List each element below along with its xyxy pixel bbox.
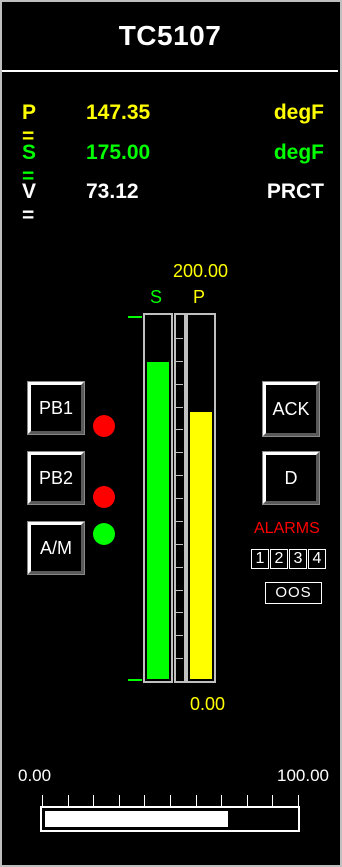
pb1-status-lamp [93,415,115,437]
scale-tick [176,566,183,568]
alarm-box-2[interactable]: 2 [270,549,288,569]
output-bar-fill [45,811,228,827]
sp-low-tick [128,679,142,681]
scale-tick [176,452,183,454]
sp-bar-fill [147,362,169,679]
bar-scale-max: 200.00 [173,261,229,281]
scale-tick [176,406,183,408]
out-value[interactable]: 73.12 [86,180,139,204]
scale-tick [176,337,183,339]
ack-button[interactable]: ACK [262,381,320,437]
scale-tick [176,520,183,522]
scale-tick [176,360,183,362]
pb2-status-lamp [93,486,115,508]
scale-tick [176,635,183,637]
tag-title: TC5107 [118,20,222,51]
sp-bar-label: S [150,287,163,307]
pv-value: 147.35 [86,101,151,124]
bar-scale [174,313,186,683]
scale-tick [176,498,183,499]
out-label: V = [22,180,37,227]
output-scale-min: 0.00 [18,766,52,785]
sp-bar [143,313,173,683]
oos-button[interactable]: OOS [265,582,322,604]
auto-manual-lamp [93,523,115,545]
pb2-button[interactable]: PB2 [27,451,85,505]
pv-bar-fill [190,412,212,679]
title-bar: TC5107 [2,2,338,72]
bar-scale-min: 0.00 [190,694,226,714]
sp-unit: degF [273,141,324,164]
out-unit: PRCT [266,180,324,203]
scale-tick [176,589,183,591]
auto-manual-button[interactable]: A/M [27,521,85,575]
pv-bar-label: P [193,287,206,307]
sp-high-tick [128,316,142,318]
pv-bar [186,313,216,683]
sp-value[interactable]: 175.00 [86,141,150,165]
scale-tick [176,658,183,660]
scale-tick [176,429,183,431]
scale-tick [176,475,183,477]
alarm-box-3[interactable]: 3 [289,549,307,569]
d-button[interactable]: D [262,451,320,505]
pb1-button[interactable]: PB1 [27,381,85,435]
scale-tick [176,543,183,545]
output-scale-max: 100.00 [277,766,329,785]
alarms-title: ALARMS [254,520,320,537]
scale-tick [176,612,183,614]
pv-unit: degF [273,101,324,124]
alarm-box-4[interactable]: 4 [308,549,326,569]
output-bar[interactable] [40,806,300,832]
scale-tick [176,383,183,385]
alarm-box-1[interactable]: 1 [251,549,269,569]
